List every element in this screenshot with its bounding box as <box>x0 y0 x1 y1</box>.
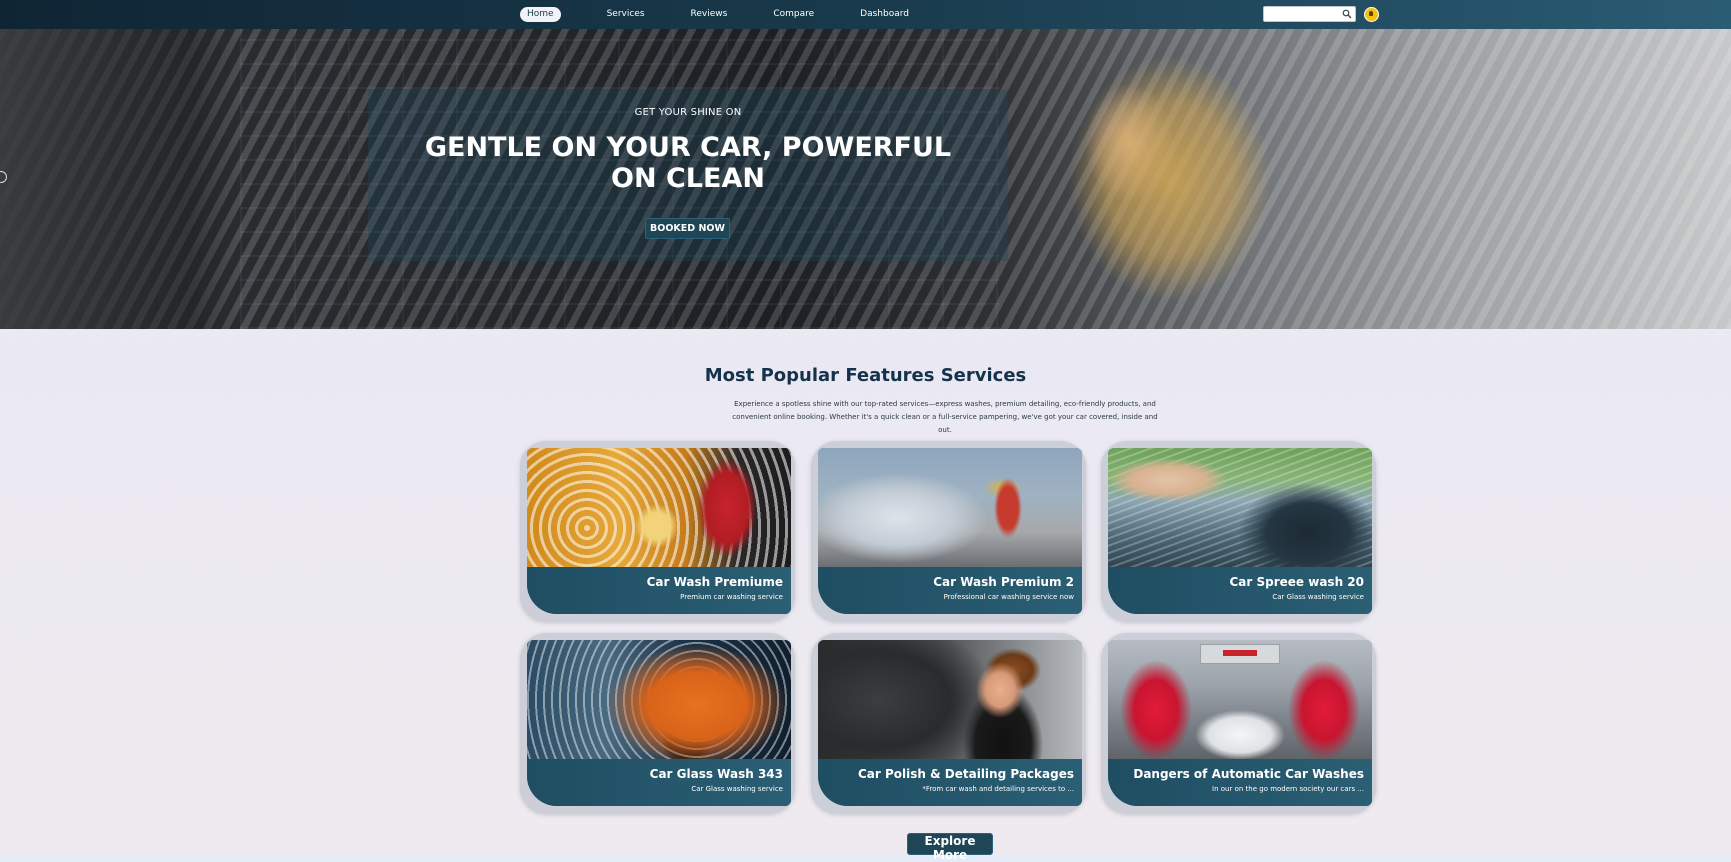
service-card-body: Car Wash Premiume Premium car washing se… <box>527 448 791 614</box>
service-card-footer: Car Spreee wash 20 Car Glass washing ser… <box>1108 567 1372 614</box>
service-card-body: Car Glass Wash 343 Car Glass washing ser… <box>527 640 791 806</box>
service-card-footer: Car Wash Premium 2 Professional car wash… <box>818 567 1082 614</box>
service-card-title: Dangers of Automatic Car Washes <box>1133 767 1364 781</box>
nav-reviews[interactable]: Reviews <box>691 7 728 22</box>
nav-services[interactable]: Services <box>607 7 645 22</box>
service-card-footer: Dangers of Automatic Car Washes In our o… <box>1108 759 1372 806</box>
service-card-body: Dangers of Automatic Car Washes In our o… <box>1108 640 1372 806</box>
service-card[interactable]: Car Wash Premium 2 Professional car wash… <box>811 441 1086 622</box>
nav-compare[interactable]: Compare <box>773 7 814 22</box>
service-card[interactable]: Car Glass Wash 343 Car Glass washing ser… <box>520 633 795 814</box>
service-card-body: Car Polish & Detailing Packages *From ca… <box>818 640 1082 806</box>
service-card-image <box>1108 448 1372 567</box>
service-card-footer: Car Polish & Detailing Packages *From ca… <box>818 759 1082 806</box>
explore-more-button[interactable]: Explore More <box>907 833 993 862</box>
section-title: Most Popular Features Services <box>704 365 1027 386</box>
service-card-subtitle: Premium car washing service <box>680 593 783 601</box>
nav-home[interactable]: Home <box>520 7 561 22</box>
service-card-title: Car Wash Premium 2 <box>933 575 1074 589</box>
service-card-subtitle: Car Glass washing service <box>1272 593 1364 601</box>
service-card-footer: Car Glass Wash 343 Car Glass washing ser… <box>527 759 791 806</box>
service-card-title: Car Glass Wash 343 <box>649 767 783 781</box>
service-card-subtitle: Professional car washing service now <box>943 593 1074 601</box>
hero-eyebrow: GET YOUR SHINE ON <box>634 107 742 118</box>
top-navbar: Home Services Reviews Compare Dashboard <box>0 0 1731 29</box>
service-card-title: Car Wash Premiume <box>646 575 783 589</box>
service-card-image <box>818 448 1082 567</box>
service-card-image <box>527 448 791 567</box>
service-card-footer: Car Wash Premiume Premium car washing se… <box>527 567 791 614</box>
search-input[interactable] <box>1267 8 1339 20</box>
main-nav: Home Services Reviews Compare Dashboard <box>520 7 955 22</box>
service-card-subtitle: Car Glass washing service <box>691 785 783 793</box>
service-card-subtitle: *From car wash and detailing services to… <box>922 785 1074 793</box>
service-card[interactable]: Car Polish & Detailing Packages *From ca… <box>811 633 1086 814</box>
service-card[interactable]: Car Spreee wash 20 Car Glass washing ser… <box>1101 441 1376 622</box>
user-avatar-icon[interactable] <box>1364 7 1379 22</box>
nav-dashboard[interactable]: Dashboard <box>860 7 909 22</box>
service-card-image <box>818 640 1082 759</box>
booked-now-button[interactable]: BOOKED NOW <box>645 218 730 239</box>
service-card-body: Car Wash Premium 2 Professional car wash… <box>818 448 1082 614</box>
service-card-image <box>1108 640 1372 759</box>
service-card-body: Car Spreee wash 20 Car Glass washing ser… <box>1108 448 1372 614</box>
search-icon[interactable] <box>1342 9 1352 19</box>
car-wash-gantry <box>1200 644 1280 664</box>
hero-headline: GENTLE ON YOUR CAR, POWERFUL ON CLEAN <box>424 132 952 194</box>
service-card-title: Car Polish & Detailing Packages <box>858 767 1074 781</box>
section-description: Experience a spotless shine with our top… <box>732 400 1158 434</box>
service-card[interactable]: Dangers of Automatic Car Washes In our o… <box>1101 633 1376 814</box>
hero-background-shade <box>0 29 240 329</box>
service-card-title: Car Spreee wash 20 <box>1229 575 1365 589</box>
service-card-subtitle: In our on the go modern society our cars… <box>1212 785 1364 793</box>
nav-search-box <box>1263 6 1356 22</box>
service-card-image <box>527 640 791 759</box>
service-card[interactable]: Car Wash Premiume Premium car washing se… <box>520 441 795 622</box>
hero-banner: GET YOUR SHINE ON GENTLE ON YOUR CAR, PO… <box>0 29 1731 329</box>
